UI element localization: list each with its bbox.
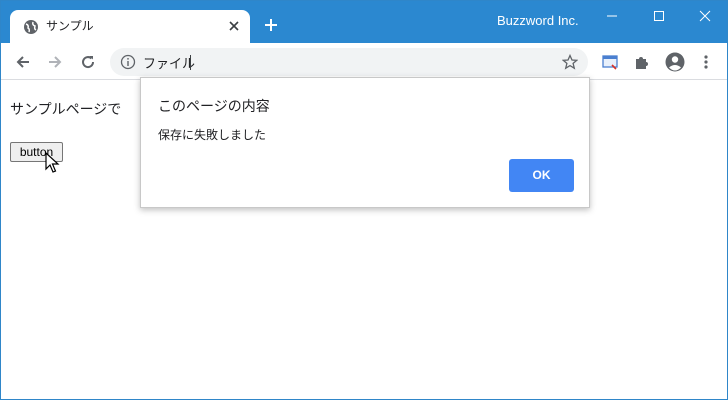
info-icon[interactable] [120, 54, 136, 70]
forward-arrow-icon[interactable] [46, 53, 64, 71]
browser-window: サンプル Buzzword Inc. ファイル サンプルページで button … [0, 0, 728, 400]
minimize-icon[interactable] [601, 8, 623, 24]
ok-button[interactable]: OK [509, 159, 574, 192]
profile-avatar-icon[interactable] [665, 52, 685, 72]
window-close-icon[interactable] [694, 8, 716, 24]
bookmark-star-icon[interactable] [562, 54, 578, 70]
toolbar: ファイル [1, 43, 727, 80]
text-caret [190, 55, 191, 70]
maximize-icon[interactable] [648, 8, 670, 24]
reload-icon[interactable] [79, 53, 97, 71]
title-bar: サンプル Buzzword Inc. [1, 1, 727, 43]
address-text: ファイル [143, 57, 196, 72]
mouse-cursor-icon [45, 152, 60, 173]
back-arrow-icon[interactable] [14, 53, 32, 71]
extensions-puzzle-icon[interactable] [633, 53, 651, 71]
globe-icon [24, 20, 38, 34]
browser-tab[interactable]: サンプル [10, 10, 250, 43]
page-text: サンプルページで [10, 102, 122, 118]
alert-dialog: このページの内容 保存に失敗しました OK [140, 77, 590, 208]
dialog-title: このページの内容 [158, 99, 270, 115]
screenshot-extension-icon[interactable] [601, 53, 619, 71]
plus-icon[interactable] [262, 16, 280, 34]
address-bar[interactable]: ファイル [110, 48, 588, 76]
close-icon[interactable] [226, 18, 242, 34]
dialog-message: 保存に失敗しました [158, 128, 267, 142]
profile-label: Buzzword Inc. [497, 13, 579, 28]
more-menu-icon[interactable] [697, 53, 715, 71]
tab-title: サンプル [46, 19, 94, 33]
